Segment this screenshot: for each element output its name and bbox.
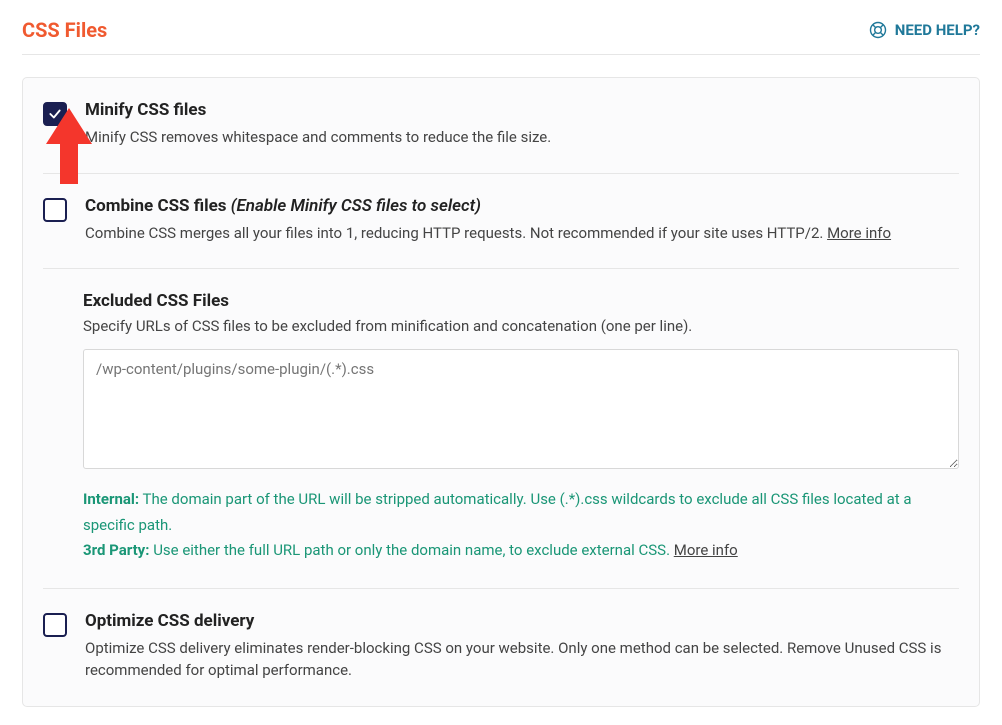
- optimize-css-body: Optimize CSS delivery Optimize CSS deliv…: [85, 611, 959, 682]
- page-title: CSS Files: [22, 18, 107, 42]
- combine-css-body: Combine CSS files (Enable Minify CSS fil…: [85, 196, 959, 245]
- internal-text: The domain part of the URL will be strip…: [83, 490, 912, 534]
- minify-css-option: Minify CSS files Minify CSS removes whit…: [23, 78, 979, 173]
- settings-panel: Minify CSS files Minify CSS removes whit…: [22, 77, 980, 707]
- combine-css-desc: Combine CSS merges all your files into 1…: [85, 222, 959, 245]
- optimize-css-option: Optimize CSS delivery Optimize CSS deliv…: [23, 589, 979, 706]
- excluded-third-party-line: 3rd Party: Use either the full URL path …: [83, 538, 959, 564]
- check-icon: [48, 107, 62, 121]
- combine-css-title-base: Combine CSS files: [85, 196, 231, 216]
- excluded-internal-line: Internal: The domain part of the URL wil…: [83, 487, 959, 538]
- third-party-label: 3rd Party:: [83, 541, 149, 559]
- excluded-css-info: Internal: The domain part of the URL wil…: [83, 487, 959, 564]
- excluded-css-textarea[interactable]: [83, 349, 959, 469]
- need-help-link[interactable]: NEED HELP?: [868, 20, 980, 40]
- combine-css-title: Combine CSS files (Enable Minify CSS fil…: [85, 196, 959, 216]
- combine-css-checkbox[interactable]: [43, 198, 67, 222]
- third-party-text: Use either the full URL path or only the…: [149, 541, 673, 559]
- optimize-css-title: Optimize CSS delivery: [85, 611, 959, 631]
- excluded-css-desc: Specify URLs of CSS files to be excluded…: [83, 317, 959, 335]
- combine-css-desc-text: Combine CSS merges all your files into 1…: [85, 224, 827, 242]
- combine-css-option: Combine CSS files (Enable Minify CSS fil…: [23, 174, 979, 269]
- combine-css-title-hint: (Enable Minify CSS files to select): [231, 196, 481, 216]
- excluded-css-heading: Excluded CSS Files: [83, 291, 959, 311]
- lifebuoy-icon: [868, 20, 888, 40]
- excluded-more-info-link[interactable]: More info: [674, 541, 738, 559]
- need-help-label: NEED HELP?: [895, 21, 980, 39]
- page-header: CSS Files NEED HELP?: [22, 18, 980, 55]
- optimize-css-desc: Optimize CSS delivery eliminates render-…: [85, 637, 959, 682]
- internal-label: Internal:: [83, 490, 139, 508]
- minify-css-checkbox[interactable]: [43, 102, 67, 126]
- excluded-css-block: Excluded CSS Files Specify URLs of CSS f…: [23, 269, 979, 588]
- optimize-css-checkbox[interactable]: [43, 613, 67, 637]
- combine-more-info-link[interactable]: More info: [827, 224, 891, 242]
- minify-css-body: Minify CSS files Minify CSS removes whit…: [85, 100, 959, 149]
- minify-css-desc: Minify CSS removes whitespace and commen…: [85, 126, 959, 149]
- minify-css-title: Minify CSS files: [85, 100, 959, 120]
